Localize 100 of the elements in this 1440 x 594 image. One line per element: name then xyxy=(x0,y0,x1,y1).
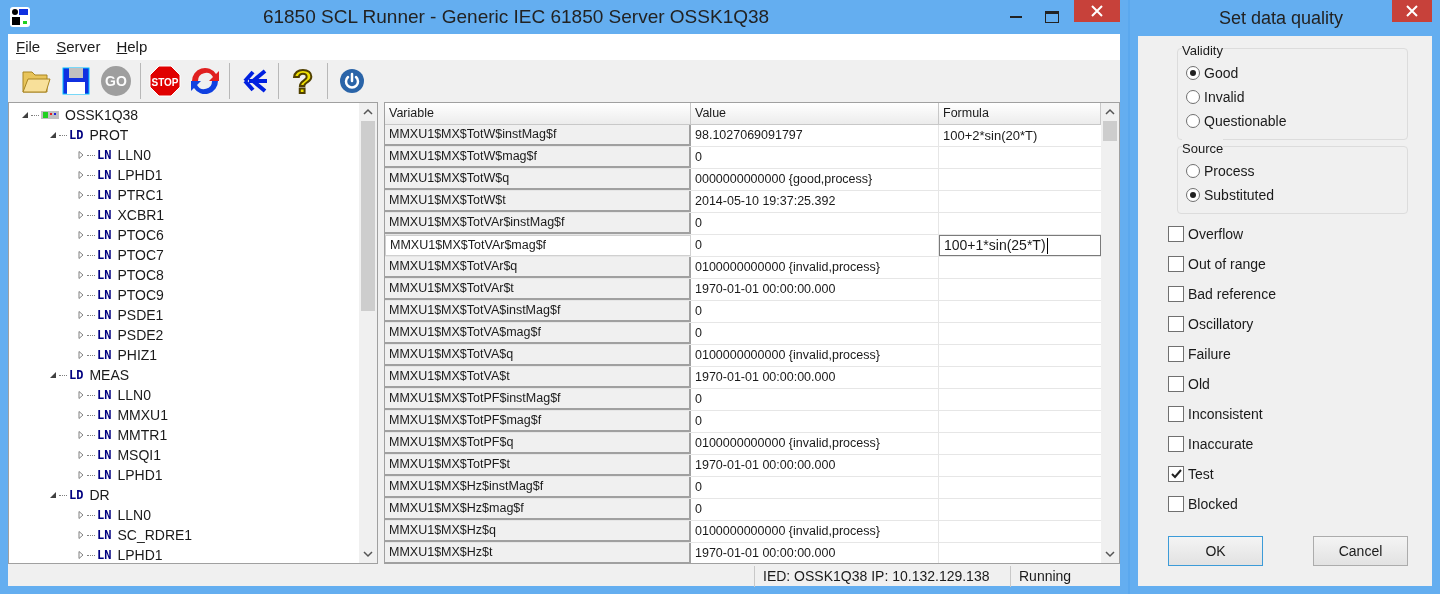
tree-item[interactable]: PHIZ1 xyxy=(117,344,158,366)
expanded-arrow-icon[interactable] xyxy=(49,131,57,140)
tree-item[interactable]: LPHD1 xyxy=(117,164,163,186)
expanded-arrow-icon[interactable] xyxy=(21,111,29,120)
collapsed-arrow-icon[interactable] xyxy=(77,551,85,560)
column-header[interactable]: Formula xyxy=(939,103,1101,126)
menu-item[interactable]: Server xyxy=(56,36,101,59)
checkbox[interactable] xyxy=(1168,376,1184,392)
node-type-tag: LN xyxy=(97,426,112,445)
tree-item[interactable]: PTOC7 xyxy=(117,244,164,266)
tree-item[interactable]: MEAS xyxy=(89,364,130,386)
variable-cell[interactable]: MMXU1$MX$TotVAr$t xyxy=(385,279,691,301)
radio-button[interactable] xyxy=(1186,114,1200,128)
menu-item[interactable]: Help xyxy=(116,36,148,59)
variable-cell[interactable]: MMXU1$MX$TotPF$mag$f xyxy=(385,411,691,433)
variable-cell[interactable]: MMXU1$MX$Hz$instMag$f xyxy=(385,477,691,499)
tree-item[interactable]: PTOC6 xyxy=(117,224,164,246)
tree-item[interactable]: PROT xyxy=(89,124,129,146)
variable-cell[interactable]: MMXU1$MX$TotPF$q xyxy=(385,433,691,455)
checkbox[interactable] xyxy=(1168,406,1184,422)
collapsed-arrow-icon[interactable] xyxy=(77,271,85,280)
tree-item[interactable]: LLN0 xyxy=(117,144,151,166)
menu-item[interactable]: File xyxy=(16,36,41,59)
variable-cell[interactable]: MMXU1$MX$TotVA$instMag$f xyxy=(385,301,691,323)
scrollbar-thumb[interactable] xyxy=(1103,121,1117,142)
collapsed-arrow-icon[interactable] xyxy=(77,291,85,300)
variable-cell[interactable]: MMXU1$MX$Hz$mag$f xyxy=(385,499,691,521)
collapsed-arrow-icon[interactable] xyxy=(77,411,85,420)
checkbox[interactable] xyxy=(1168,316,1184,332)
checkbox[interactable] xyxy=(1168,226,1184,242)
collapsed-arrow-icon[interactable] xyxy=(77,531,85,540)
variable-cell[interactable]: MMXU1$MX$TotVA$t xyxy=(385,367,691,389)
tree-item[interactable]: DR xyxy=(89,484,110,506)
column-header[interactable]: Value xyxy=(691,103,939,126)
variable-cell[interactable]: MMXU1$MX$TotVA$mag$f xyxy=(385,323,691,345)
collapsed-arrow-icon[interactable] xyxy=(77,431,85,440)
variable-cell[interactable]: MMXU1$MX$TotVAr$instMag$f xyxy=(385,213,691,235)
close-button[interactable] xyxy=(1392,0,1432,22)
tree-item[interactable]: PSDE1 xyxy=(117,304,164,326)
node-type-tag: LN xyxy=(97,166,112,185)
collapsed-arrow-icon[interactable] xyxy=(77,471,85,480)
variable-cell[interactable]: MMXU1$MX$TotVAr$q xyxy=(385,257,691,279)
variable-cell[interactable]: MMXU1$MX$TotW$instMag$f xyxy=(385,125,691,147)
scrollbar-thumb[interactable] xyxy=(361,121,375,312)
expanded-arrow-icon[interactable] xyxy=(49,371,57,380)
checkbox[interactable] xyxy=(1168,466,1184,482)
variable-cell[interactable]: MMXU1$MX$TotPF$instMag$f xyxy=(385,389,691,411)
tree-item[interactable]: LLN0 xyxy=(117,504,151,526)
tree-item[interactable]: LPHD1 xyxy=(117,464,163,486)
table-cell: 0 xyxy=(691,301,939,323)
tree-item[interactable]: SC_RDRE1 xyxy=(117,524,193,546)
variable-cell[interactable]: MMXU1$MX$TotPF$t xyxy=(385,455,691,477)
radio-button[interactable] xyxy=(1186,164,1200,178)
variable-cell[interactable]: MMXU1$MX$Hz$q xyxy=(385,521,691,543)
tree-item[interactable]: MMTR1 xyxy=(117,424,168,446)
variable-cell[interactable]: MMXU1$MX$TotVAr$mag$f xyxy=(385,235,691,257)
column-header[interactable]: Variable xyxy=(385,103,691,126)
scrollbar[interactable] xyxy=(359,103,377,564)
tree-item[interactable]: PTRC1 xyxy=(117,184,164,206)
collapsed-arrow-icon[interactable] xyxy=(77,331,85,340)
variable-cell[interactable]: MMXU1$MX$TotW$t xyxy=(385,191,691,213)
collapsed-arrow-icon[interactable] xyxy=(77,251,85,260)
collapsed-arrow-icon[interactable] xyxy=(77,151,85,160)
variable-cell[interactable]: MMXU1$MX$TotW$q xyxy=(385,169,691,191)
ok-button[interactable]: OK xyxy=(1168,536,1263,566)
collapsed-arrow-icon[interactable] xyxy=(77,171,85,180)
tree-item[interactable]: LPHD1 xyxy=(117,544,163,564)
tree-item[interactable]: LLN0 xyxy=(117,384,151,406)
radio-button[interactable] xyxy=(1186,188,1200,202)
collapsed-arrow-icon[interactable] xyxy=(77,191,85,200)
collapsed-arrow-icon[interactable] xyxy=(77,511,85,520)
formula-input[interactable]: 100+1*sin(25*T) xyxy=(939,235,1101,257)
collapsed-arrow-icon[interactable] xyxy=(77,231,85,240)
checkbox[interactable] xyxy=(1168,286,1184,302)
tree-item[interactable]: MSQI1 xyxy=(117,444,162,466)
tree-item[interactable]: XCBR1 xyxy=(117,204,165,226)
variable-cell[interactable]: MMXU1$MX$TotVA$q xyxy=(385,345,691,367)
radio-button[interactable] xyxy=(1186,66,1200,80)
variable-cell[interactable]: MMXU1$MX$TotW$mag$f xyxy=(385,147,691,169)
collapsed-arrow-icon[interactable] xyxy=(77,391,85,400)
checkbox[interactable] xyxy=(1168,346,1184,362)
radio-button[interactable] xyxy=(1186,90,1200,104)
stop-sign-icon[interactable]: STOP xyxy=(147,63,183,100)
collapsed-arrow-icon[interactable] xyxy=(77,351,85,360)
tree-item[interactable]: PTOC9 xyxy=(117,284,164,306)
tree-item[interactable]: OSSK1Q38 xyxy=(65,104,139,126)
expanded-arrow-icon[interactable] xyxy=(49,491,57,500)
checkbox[interactable] xyxy=(1168,496,1184,512)
collapsed-arrow-icon[interactable] xyxy=(77,211,85,220)
tree-item[interactable]: MMXU1 xyxy=(117,404,168,426)
cancel-button[interactable]: Cancel xyxy=(1313,536,1408,566)
checkbox[interactable] xyxy=(1168,436,1184,452)
collapsed-arrow-icon[interactable] xyxy=(77,451,85,460)
checkbox[interactable] xyxy=(1168,256,1184,272)
collapsed-arrow-icon[interactable] xyxy=(77,311,85,320)
scrollbar[interactable] xyxy=(1101,103,1119,564)
close-button[interactable] xyxy=(1074,0,1120,22)
variable-cell[interactable]: MMXU1$MX$Hz$t xyxy=(385,543,691,564)
tree-item[interactable]: PSDE2 xyxy=(117,324,164,346)
tree-item[interactable]: PTOC8 xyxy=(117,264,164,286)
